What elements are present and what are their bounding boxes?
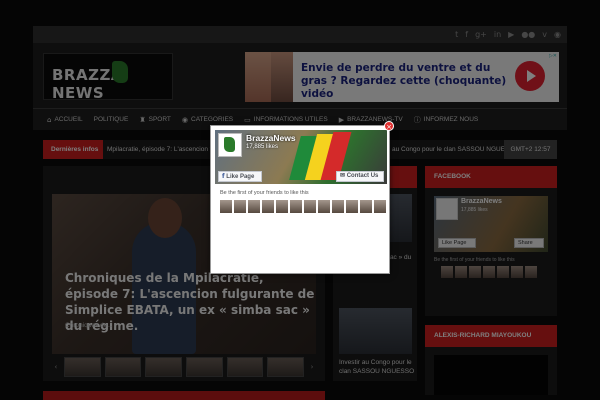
close-icon[interactable]: × [384, 121, 394, 131]
friends-text: Be the first of your friends to like thi… [220, 190, 309, 196]
friend-avatar[interactable] [290, 200, 302, 213]
friend-avatar[interactable] [220, 200, 232, 213]
friend-avatar[interactable] [332, 200, 344, 213]
friend-avatar[interactable] [304, 200, 316, 213]
contact-us-label: Contact Us [346, 173, 379, 179]
page-avatar[interactable] [218, 133, 242, 157]
contact-us-button[interactable]: ✉ Contact Us [336, 171, 384, 182]
friend-avatar[interactable] [318, 200, 330, 213]
mail-icon: ✉ [340, 173, 346, 179]
facebook-cover[interactable]: BrazzaNews 17,885 likes f Like Page ✉ Co… [215, 130, 387, 184]
friend-avatar[interactable] [262, 200, 274, 213]
page-likes: 17,885 likes [246, 144, 279, 150]
facebook-icon: f [222, 173, 225, 180]
friend-avatar[interactable] [360, 200, 372, 213]
friend-avatar[interactable] [234, 200, 246, 213]
friend-avatar[interactable] [374, 200, 386, 213]
friend-faces [220, 200, 386, 213]
like-page-button[interactable]: f Like Page [218, 171, 262, 182]
page-name[interactable]: BrazzaNews [246, 133, 296, 143]
friend-avatar[interactable] [346, 200, 358, 213]
friend-avatar[interactable] [276, 200, 288, 213]
facebook-popup: BrazzaNews 17,885 likes f Like Page ✉ Co… [210, 125, 390, 274]
like-page-label: Like Page [226, 174, 255, 180]
friend-avatar[interactable] [248, 200, 260, 213]
page: t f g+ in ▶ ●● v ◉ BRAZZA NEWS Envie de … [0, 0, 600, 400]
